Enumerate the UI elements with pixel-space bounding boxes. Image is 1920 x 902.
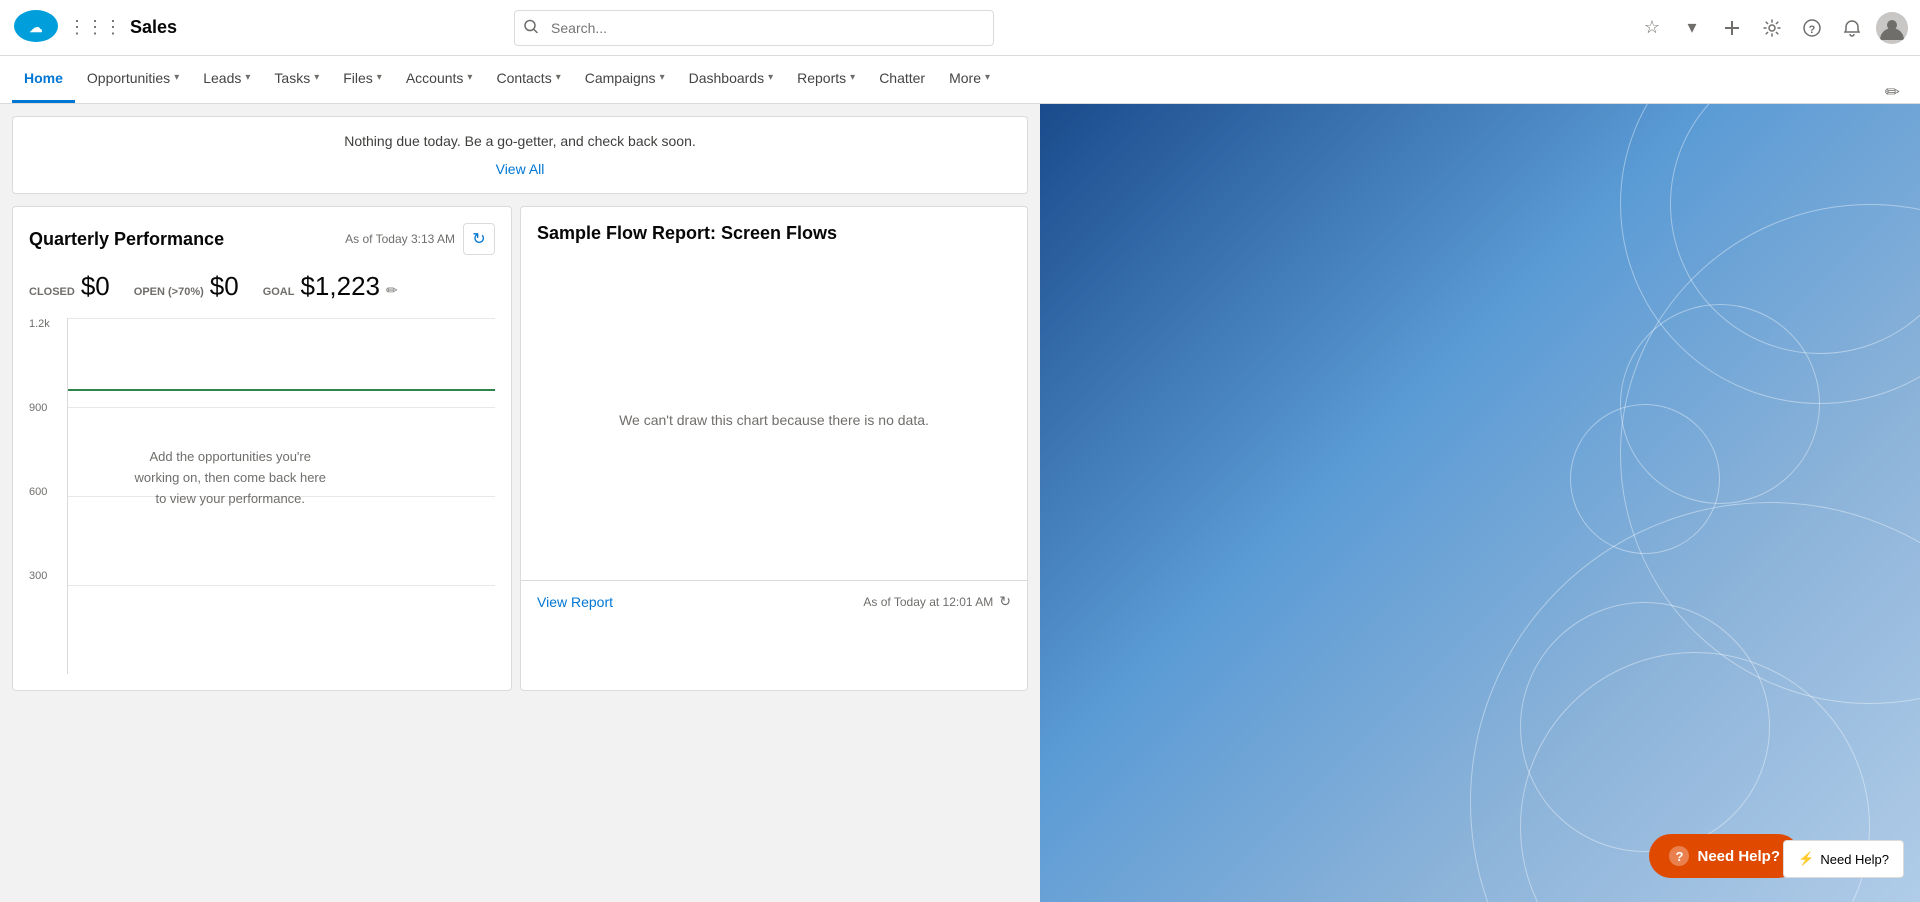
- need-help-corner[interactable]: ⚡ Need Help?: [1783, 840, 1904, 878]
- flow-card-title: Sample Flow Report: Screen Flows: [537, 223, 837, 244]
- open-metric: OPEN (>70%) $0: [134, 271, 239, 302]
- main-content: Nothing due today. Be a go-getter, and c…: [0, 104, 1920, 902]
- flow-card-header: Sample Flow Report: Screen Flows: [521, 207, 1027, 260]
- navigation: Home Opportunities ▾ Leads ▾ Tasks ▾ Fil…: [0, 56, 1920, 104]
- app-launcher-icon[interactable]: ⋮⋮⋮: [68, 17, 122, 38]
- nav-item-opportunities[interactable]: Opportunities ▾: [75, 56, 191, 103]
- quarterly-refresh-button[interactable]: ↻: [463, 223, 495, 255]
- y-label-900: 900: [29, 402, 59, 414]
- favorites-icon[interactable]: ☆: [1636, 12, 1668, 44]
- search-icon: [524, 19, 538, 36]
- nav-item-reports[interactable]: Reports ▾: [785, 56, 867, 103]
- chevron-down-icon: ▾: [556, 72, 561, 83]
- closed-label: CLOSED: [29, 286, 75, 298]
- goal-label: GOAL: [263, 286, 295, 298]
- card-header-quarterly: Quarterly Performance As of Today 3:13 A…: [13, 207, 511, 263]
- need-help-button[interactable]: ? Need Help?: [1649, 834, 1800, 878]
- svg-text:?: ?: [1809, 24, 1816, 36]
- y-label-300: 300: [29, 570, 59, 582]
- nav-item-chatter[interactable]: Chatter: [867, 56, 937, 103]
- notice-bar: Nothing due today. Be a go-getter, and c…: [12, 116, 1028, 194]
- y-label-1200: 1.2k: [29, 318, 59, 330]
- quarterly-performance-card: Quarterly Performance As of Today 3:13 A…: [12, 206, 512, 691]
- need-help-icon: ?: [1669, 846, 1689, 866]
- chevron-down-icon: ▾: [377, 72, 382, 83]
- perf-metrics: CLOSED $0 OPEN (>70%) $0 GOAL $1,223 ✏: [13, 263, 511, 310]
- flow-as-of: As of Today at 12:01 AM: [863, 595, 993, 609]
- lightning-icon: ⚡: [1798, 851, 1814, 867]
- corner-help-label: Need Help?: [1820, 852, 1889, 867]
- search-input[interactable]: [514, 10, 994, 46]
- nav-item-files[interactable]: Files ▾: [331, 56, 394, 103]
- favorites-menu-icon[interactable]: ▾: [1676, 12, 1708, 44]
- chevron-down-icon: ▾: [467, 72, 472, 83]
- flow-no-data: We can't draw this chart because there i…: [521, 260, 1027, 580]
- svg-text:☁: ☁: [30, 20, 43, 35]
- closed-metric: CLOSED $0: [29, 271, 110, 302]
- header: ☁ ⋮⋮⋮ Sales ☆ ▾ ?: [0, 0, 1920, 56]
- goal-metric: GOAL $1,223 ✏: [263, 271, 398, 302]
- help-icon[interactable]: ?: [1796, 12, 1828, 44]
- nav-item-campaigns[interactable]: Campaigns ▾: [573, 56, 677, 103]
- view-report-link[interactable]: View Report: [537, 594, 613, 610]
- add-icon[interactable]: [1716, 12, 1748, 44]
- salesforce-logo[interactable]: ☁: [12, 9, 60, 46]
- flow-footer: View Report As of Today at 12:01 AM ↻: [521, 580, 1027, 622]
- nav-item-more[interactable]: More ▾: [937, 56, 1002, 103]
- goal-edit-icon[interactable]: ✏: [386, 282, 398, 299]
- performance-chart: 1.2k 900 600 300: [13, 310, 511, 690]
- need-help-label: Need Help?: [1697, 848, 1780, 865]
- nav-item-contacts[interactable]: Contacts ▾: [484, 56, 572, 103]
- quarterly-as-of: As of Today 3:13 AM: [345, 232, 455, 246]
- search-bar: [514, 10, 994, 46]
- nav-edit-icon[interactable]: ✏: [1877, 82, 1908, 103]
- flow-refresh-icon[interactable]: ↻: [999, 593, 1011, 610]
- open-label: OPEN (>70%): [134, 286, 204, 298]
- open-value: $0: [210, 271, 239, 302]
- nav-item-leads[interactable]: Leads ▾: [191, 56, 262, 103]
- goal-value: $1,223: [300, 271, 380, 302]
- chart-placeholder-text: Add the opportunities you're working on,…: [130, 447, 330, 509]
- nav-item-home[interactable]: Home: [12, 56, 75, 103]
- decorative-background: [1040, 104, 1920, 902]
- setup-icon[interactable]: [1756, 12, 1788, 44]
- cards-row: Quarterly Performance As of Today 3:13 A…: [12, 206, 1028, 691]
- closed-value: $0: [81, 271, 110, 302]
- chevron-down-icon: ▾: [174, 72, 179, 83]
- notifications-icon[interactable]: [1836, 12, 1868, 44]
- app-name: Sales: [130, 17, 177, 38]
- nav-item-dashboards[interactable]: Dashboards ▾: [677, 56, 786, 103]
- goal-line: [68, 389, 495, 391]
- quarterly-title: Quarterly Performance: [29, 229, 224, 250]
- left-panel: Nothing due today. Be a go-getter, and c…: [0, 104, 1040, 902]
- view-all-link[interactable]: View All: [496, 161, 545, 177]
- user-avatar[interactable]: [1876, 12, 1908, 44]
- chevron-down-icon: ▾: [985, 72, 990, 83]
- chevron-down-icon: ▾: [850, 72, 855, 83]
- chevron-down-icon: ▾: [245, 72, 250, 83]
- chevron-down-icon: ▾: [314, 72, 319, 83]
- sample-flow-card: Sample Flow Report: Screen Flows We can'…: [520, 206, 1028, 691]
- chevron-down-icon: ▾: [660, 72, 665, 83]
- chevron-down-icon: ▾: [768, 72, 773, 83]
- nav-item-tasks[interactable]: Tasks ▾: [262, 56, 331, 103]
- header-actions: ☆ ▾ ?: [1636, 12, 1908, 44]
- y-label-600: 600: [29, 486, 59, 498]
- notice-text: Nothing due today. Be a go-getter, and c…: [29, 133, 1011, 149]
- nav-item-accounts[interactable]: Accounts ▾: [394, 56, 485, 103]
